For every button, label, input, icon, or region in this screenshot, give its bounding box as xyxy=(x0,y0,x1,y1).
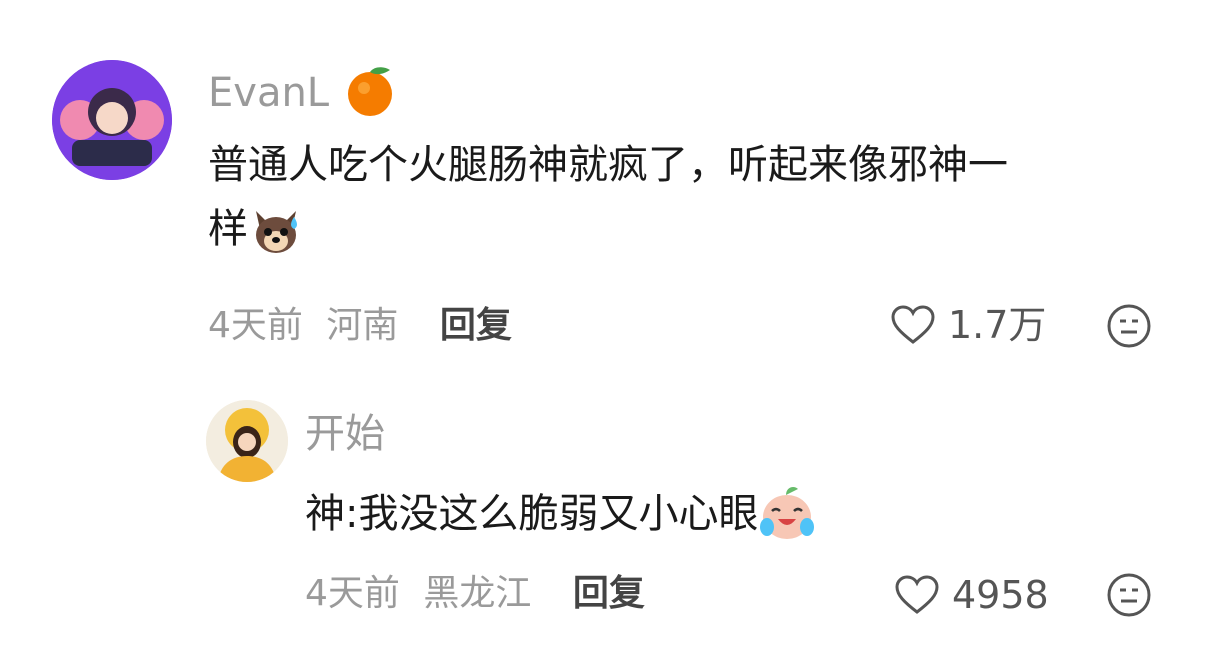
comment-text-line: 普通人吃个火腿肠神就疯了，听起来像邪神一 xyxy=(208,142,1008,188)
comment-time: 4天前 xyxy=(305,573,400,614)
neutral-face-icon xyxy=(1107,573,1151,617)
crying-laugh-emoji xyxy=(760,487,815,539)
dislike-button[interactable] xyxy=(1106,572,1152,622)
heart-outline-icon xyxy=(891,305,935,344)
like-button[interactable]: 4958 xyxy=(894,574,1049,616)
comment-text-line: 样 xyxy=(208,197,1168,261)
dog-sweat-emoji xyxy=(256,211,297,253)
like-count: 1.7万 xyxy=(948,303,1047,347)
comment-meta: 4天前 黑龙江 回复 xyxy=(305,576,645,612)
avatar[interactable] xyxy=(206,400,288,482)
reply-button[interactable]: 回复 xyxy=(573,573,645,614)
neutral-face-icon xyxy=(1107,304,1151,348)
avatar[interactable] xyxy=(52,60,172,180)
comment-location: 河南 xyxy=(326,305,399,346)
comment-meta: 4天前 河南 回复 xyxy=(208,308,512,344)
tangerine-emoji xyxy=(347,67,392,116)
comment-text: 神:我没这么脆弱又小心眼 xyxy=(305,482,1165,546)
username[interactable]: EvanL xyxy=(208,67,398,118)
comment-location: 黑龙江 xyxy=(423,573,532,614)
username[interactable]: 开始 xyxy=(305,414,385,454)
like-button[interactable]: 1.7万 xyxy=(890,304,1046,346)
avatar-image xyxy=(206,400,288,482)
like-count: 4958 xyxy=(952,573,1049,617)
comment-time: 4天前 xyxy=(208,305,303,346)
reply-button[interactable]: 回复 xyxy=(440,305,512,346)
comment-text: 普通人吃个火腿肠神就疯了，听起来像邪神一 样 xyxy=(208,133,1168,261)
dislike-button[interactable] xyxy=(1106,303,1152,353)
avatar-image xyxy=(52,60,172,180)
heart-outline-icon xyxy=(895,575,939,614)
